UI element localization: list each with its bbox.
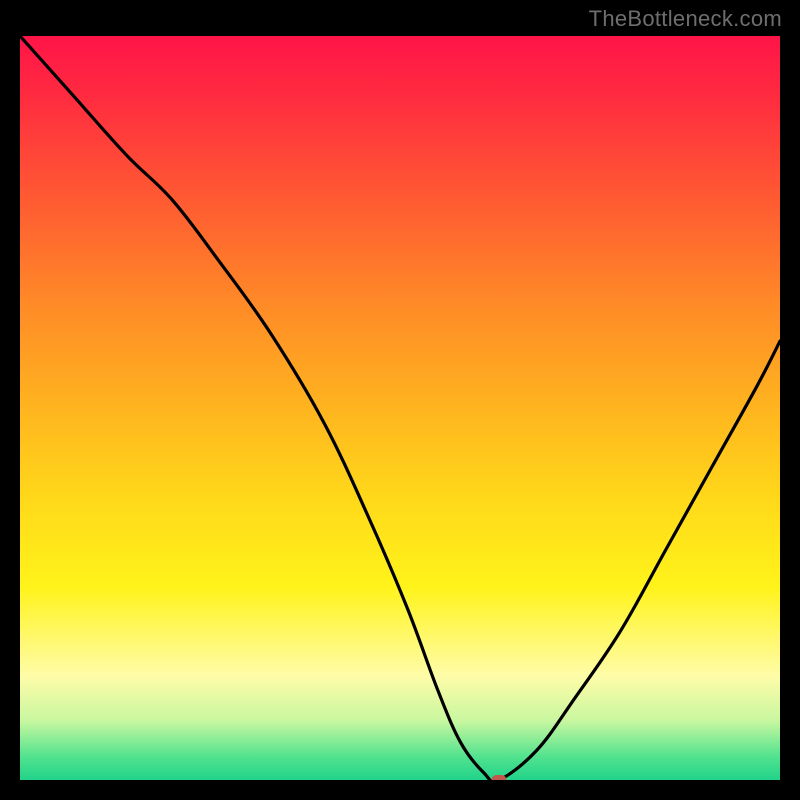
plot-area	[20, 36, 780, 780]
chart-frame: TheBottleneck.com	[0, 0, 800, 800]
optimal-point-marker	[491, 775, 506, 780]
bottleneck-curve	[20, 36, 780, 780]
curve-layer	[20, 36, 780, 780]
watermark-text: TheBottleneck.com	[589, 6, 782, 32]
